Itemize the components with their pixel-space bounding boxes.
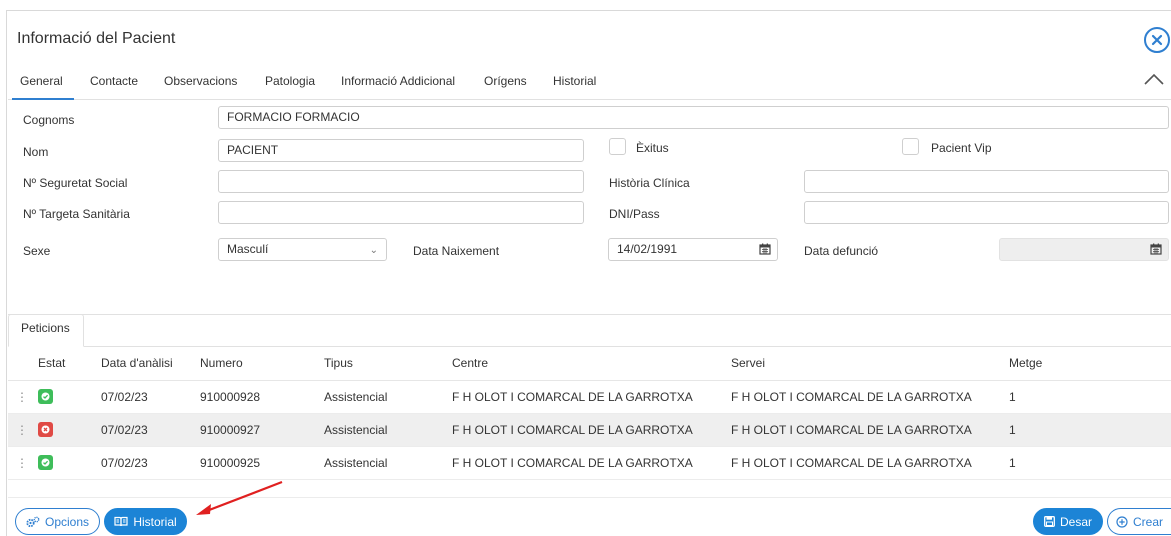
calendar-icon <box>1150 243 1162 255</box>
cell-metge: 1 <box>1009 446 1171 480</box>
cell-metge: 1 <box>1009 380 1171 414</box>
exitus-checkbox[interactable] <box>609 138 626 155</box>
status-cell <box>38 446 101 480</box>
table-header-row: Estat Data d'anàlisi Numero Tipus Centre… <box>8 347 1171 381</box>
sexe-value: Masculí <box>227 242 269 256</box>
cell-data: 07/02/23 <box>101 413 200 447</box>
nom-field[interactable]: PACIENT <box>218 139 584 162</box>
dni-field[interactable] <box>804 201 1169 224</box>
book-icon <box>114 516 128 527</box>
plus-circle-icon <box>1116 515 1128 528</box>
status-ok-icon <box>38 455 53 471</box>
peticions-tabs: Peticions <box>8 314 1171 347</box>
data-defuncio-label: Data defunció <box>804 244 879 258</box>
nom-label: Nom <box>23 145 49 159</box>
historial-label: Historial <box>133 514 177 529</box>
cell-numero: 910000928 <box>200 380 324 414</box>
chevron-up-icon[interactable] <box>1143 72 1165 86</box>
column-header-tipus[interactable]: Tipus <box>324 347 452 381</box>
sexe-select[interactable]: Masculí ⌄ <box>218 238 387 261</box>
seguretat-social-field[interactable] <box>218 170 584 193</box>
column-header-estat[interactable]: Estat <box>38 347 101 381</box>
status-cell <box>38 380 101 414</box>
cell-numero: 910000925 <box>200 446 324 480</box>
column-header-metge[interactable]: Metge <box>1009 347 1171 381</box>
historia-clinica-field[interactable] <box>804 170 1169 193</box>
cell-numero: 910000927 <box>200 413 324 447</box>
column-header-numero[interactable]: Numero <box>200 347 324 381</box>
close-icon <box>1151 34 1163 46</box>
cognoms-label: Cognoms <box>23 113 75 127</box>
tab-general[interactable]: General <box>12 66 74 100</box>
data-naixement-label: Data Naixement <box>413 244 500 258</box>
cell-servei: F H OLOT I COMARCAL DE LA GARROTXA <box>731 380 1009 414</box>
column-header-centre[interactable]: Centre <box>452 347 731 381</box>
data-defuncio-field <box>999 238 1169 261</box>
dialog-title: Informació del Pacient <box>17 30 176 47</box>
tab-peticions[interactable]: Peticions <box>8 314 84 347</box>
cell-data: 07/02/23 <box>101 380 200 414</box>
table-row[interactable]: ⋮ 07/02/23 910000925 Assistencial F H OL… <box>8 446 1171 480</box>
cell-servei: F H OLOT I COMARCAL DE LA GARROTXA <box>731 446 1009 480</box>
gears-icon <box>26 516 40 527</box>
column-header-data[interactable]: Data d'anàlisi <box>101 347 200 381</box>
pacient-vip-label: Pacient Vip <box>931 141 992 155</box>
crear-label: Crear <box>1132 514 1163 529</box>
cell-data: 07/02/23 <box>101 446 200 480</box>
row-menu-icon[interactable]: ⋮ <box>8 446 38 480</box>
table-row[interactable]: ⋮ 07/02/23 910000928 Assistencial F H OL… <box>8 380 1171 414</box>
historial-button[interactable]: Historial <box>104 508 187 535</box>
table-row[interactable]: ⋮ 07/02/23 910000927 Assistencial F H OL… <box>8 413 1171 447</box>
peticions-table: Estat Data d'anàlisi Numero Tipus Centre… <box>8 347 1171 480</box>
calendar-icon[interactable] <box>759 243 771 255</box>
tab-observacions[interactable]: Observacions <box>164 66 237 100</box>
chevron-down-icon: ⌄ <box>369 245 378 256</box>
cell-centre: F H OLOT I COMARCAL DE LA GARROTXA <box>452 380 731 414</box>
seguretat-social-label: Nº Seguretat Social <box>23 176 128 190</box>
close-button[interactable] <box>1144 27 1170 53</box>
dni-label: DNI/Pass <box>609 207 660 221</box>
cell-metge: 1 <box>1009 413 1171 447</box>
status-cell <box>38 413 101 447</box>
targeta-sanitaria-label: Nº Targeta Sanitària <box>23 207 130 221</box>
desar-button[interactable]: Desar <box>1033 508 1103 535</box>
tab-origens[interactable]: Orígens <box>484 66 527 100</box>
footer-divider <box>8 497 1171 498</box>
status-error-icon <box>38 422 53 438</box>
column-actions-header <box>8 347 38 381</box>
cell-tipus: Assistencial <box>324 380 452 414</box>
cell-centre: F H OLOT I COMARCAL DE LA GARROTXA <box>452 446 731 480</box>
row-menu-icon[interactable]: ⋮ <box>8 413 38 447</box>
cell-tipus: Assistencial <box>324 446 452 480</box>
annotation-arrow <box>196 480 283 515</box>
exitus-label: Èxitus <box>636 141 669 155</box>
historia-clinica-label: Història Clínica <box>609 176 690 190</box>
status-ok-icon <box>38 389 53 405</box>
tab-contacte[interactable]: Contacte <box>90 66 138 100</box>
crear-button[interactable]: Crear <box>1107 508 1171 535</box>
main-tabs: General Contacte Observacions Patologia … <box>8 66 1171 100</box>
cognoms-field[interactable]: FORMACIO FORMACIO <box>218 106 1169 129</box>
targeta-sanitaria-field[interactable] <box>218 201 584 224</box>
opcions-button[interactable]: Opcions <box>15 508 100 535</box>
save-icon <box>1044 516 1055 527</box>
sexe-label: Sexe <box>23 244 51 258</box>
cell-tipus: Assistencial <box>324 413 452 447</box>
data-naixement-field[interactable]: 14/02/1991 <box>608 238 778 261</box>
row-menu-icon[interactable]: ⋮ <box>8 380 38 414</box>
opcions-label: Opcions <box>44 514 90 529</box>
data-naixement-value: 14/02/1991 <box>617 242 678 256</box>
column-header-servei[interactable]: Servei <box>731 347 1009 381</box>
cell-centre: F H OLOT I COMARCAL DE LA GARROTXA <box>452 413 731 447</box>
desar-label: Desar <box>1059 514 1092 529</box>
cell-servei: F H OLOT I COMARCAL DE LA GARROTXA <box>731 413 1009 447</box>
tab-patologia[interactable]: Patologia <box>265 66 315 100</box>
pacient-vip-checkbox[interactable] <box>902 138 919 155</box>
tab-informacio-addicional[interactable]: Informació Addicional <box>341 66 455 100</box>
tab-historial[interactable]: Historial <box>553 66 596 100</box>
